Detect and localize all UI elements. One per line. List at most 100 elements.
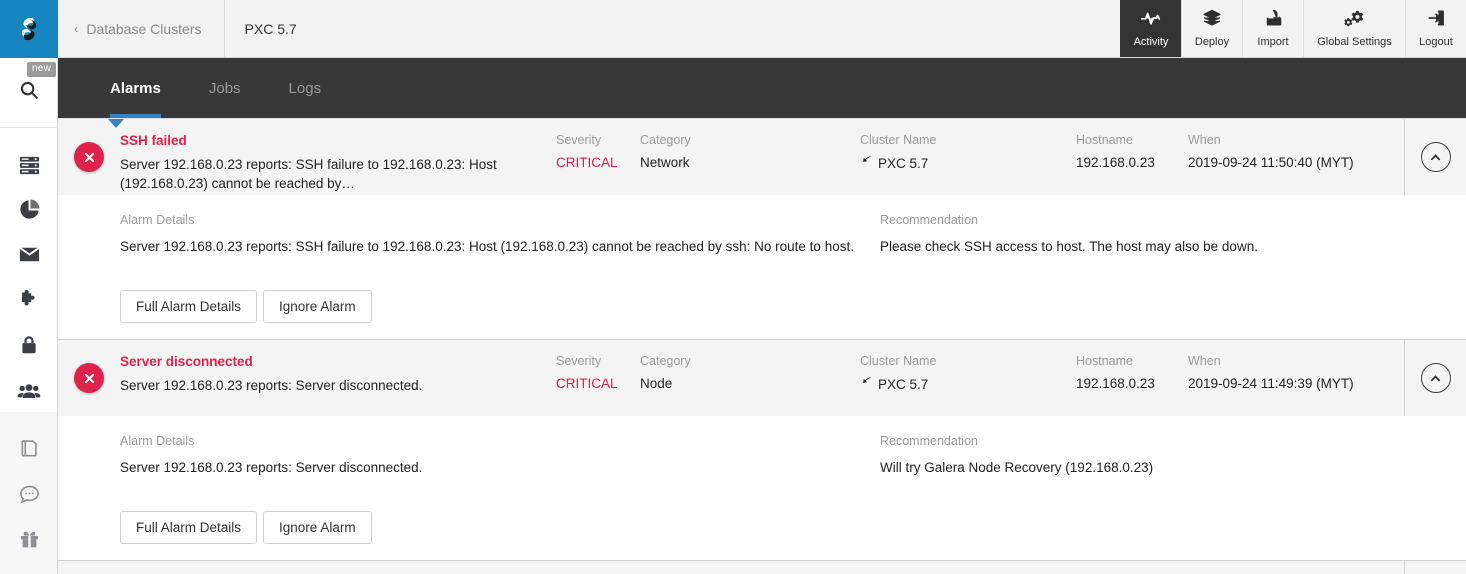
alarm-severity-value: CRITICAL <box>556 155 618 170</box>
alarm-when-value: 2019-09-24 11:50:40 (MYT) <box>1188 155 1354 170</box>
full-alarm-details-button[interactable]: Full Alarm Details <box>120 511 258 544</box>
column-header-when: When <box>1188 133 1221 147</box>
sidebar-item-dashboards[interactable] <box>0 187 58 232</box>
alarm-columns: Server disconnected Server 192.168.0.23 … <box>120 340 1404 416</box>
column-header-category: Category <box>640 133 691 147</box>
alarm-details-label: Alarm Details <box>120 434 195 448</box>
alarm-item: SSH failed Severity Category Cluster Nam… <box>58 561 1466 574</box>
column-header-hostname: Hostname <box>1076 133 1133 147</box>
recommendation-label: Recommendation <box>880 434 978 448</box>
column-header-hostname: Hostname <box>1076 354 1133 368</box>
breadcrumb-back-label: Database Clusters <box>86 20 202 37</box>
new-badge: new <box>27 62 56 77</box>
alarm-summary-row[interactable]: SSH failed Severity Category Cluster Nam… <box>58 561 1466 574</box>
alarm-category-cell: Category Network <box>640 133 860 170</box>
alarm-toggle-cell <box>1404 119 1466 195</box>
alarm-columns: SSH failed Server 192.168.0.23 reports: … <box>120 119 1404 195</box>
alarm-hostname-value: 192.168.0.23 <box>1076 155 1155 170</box>
alarm-cluster-link[interactable]: PXC 5.7 <box>860 376 1076 392</box>
alarm-list: SSH failed Server 192.168.0.23 reports: … <box>58 118 1466 574</box>
alarm-item: Server disconnected Server 192.168.0.23 … <box>58 340 1466 561</box>
alarm-severity-cell: Severity CRITICAL <box>556 354 640 391</box>
alarm-collapse-button[interactable] <box>1420 363 1451 393</box>
alarm-title-cell: Server disconnected Server 192.168.0.23 … <box>120 354 556 395</box>
alarm-cluster-cell: Cluster Name PXC 5.7 <box>860 354 1076 392</box>
tab-strip: Alarms Jobs Logs <box>58 58 1466 118</box>
app-logo[interactable] <box>0 0 58 58</box>
alarm-action-buttons: Full Alarm Details Ignore Alarm <box>120 290 856 323</box>
recommendation-text: Please check SSH access to host. The hos… <box>880 239 1258 254</box>
alarm-details-text: Server 192.168.0.23 reports: Server disc… <box>120 460 423 475</box>
import-icon <box>1262 8 1284 33</box>
critical-alarm-icon <box>74 142 104 172</box>
alarm-title: Server disconnected <box>120 354 253 369</box>
alarm-toggle-cell <box>1404 340 1466 416</box>
alarm-details-section: Alarm Details Server 192.168.0.23 report… <box>120 213 880 323</box>
sidebar-item-email-notifications[interactable] <box>0 232 58 277</box>
toolbar-deploy-button[interactable]: Deploy <box>1181 0 1242 57</box>
alarm-summary-text: Server 192.168.0.23 reports: SSH failure… <box>120 157 497 191</box>
alarm-category-cell: Category Node <box>640 354 860 391</box>
activity-icon <box>1140 8 1162 33</box>
sidebar-item-whats-new[interactable] <box>0 516 58 561</box>
top-toolbar: Activity Deploy Import Global Settings L… <box>1120 0 1466 57</box>
main-area: ‹ Database Clusters PXC 5.7 Activity Dep… <box>58 0 1466 574</box>
top-header-bar: ‹ Database Clusters PXC 5.7 Activity Dep… <box>58 0 1466 58</box>
alarm-title: SSH failed <box>120 133 187 148</box>
toolbar-activity-button[interactable]: Activity <box>1120 0 1181 57</box>
alarm-title-cell: SSH failed Server 192.168.0.23 reports: … <box>120 133 556 193</box>
column-header-cluster-name: Cluster Name <box>860 133 937 147</box>
alarm-severity-indicator <box>58 119 120 195</box>
sidebar-item-database-clusters[interactable] <box>0 142 58 187</box>
sidebar-search[interactable]: new <box>0 58 58 128</box>
alarm-collapse-button[interactable] <box>1420 142 1451 172</box>
alarm-recommendation-section: Recommendation Will try Galera Node Reco… <box>880 434 1466 544</box>
alarm-cluster-name-value: PXC 5.7 <box>878 155 929 171</box>
sidebar-item-user-management[interactable] <box>0 367 58 412</box>
toolbar-activity-label: Activity <box>1133 35 1169 48</box>
tab-jobs[interactable]: Jobs <box>185 58 265 118</box>
toolbar-logout-button[interactable]: Logout <box>1405 0 1466 57</box>
toolbar-global-settings-button[interactable]: Global Settings <box>1303 0 1405 57</box>
alarm-summary-row[interactable]: SSH failed Server 192.168.0.23 reports: … <box>58 119 1466 195</box>
full-alarm-details-button[interactable]: Full Alarm Details <box>120 290 258 323</box>
column-header-severity: Severity <box>556 354 602 368</box>
chevron-left-icon: ‹ <box>74 21 79 36</box>
external-link-arrow-icon <box>860 155 873 171</box>
sidebar-item-support-chat[interactable] <box>0 471 58 516</box>
alarm-summary-text: Server 192.168.0.23 reports: Server disc… <box>120 378 423 393</box>
toolbar-global-settings-label: Global Settings <box>1317 35 1392 48</box>
alarm-toggle-cell <box>1404 561 1466 574</box>
ignore-alarm-button[interactable]: Ignore Alarm <box>263 511 372 544</box>
sidebar-primary-nav <box>0 128 57 412</box>
alarm-expanded-details: Alarm Details Server 192.168.0.23 report… <box>58 195 1466 339</box>
tab-logs-label: Logs <box>288 79 322 97</box>
breadcrumb-current-cluster[interactable]: PXC 5.7 <box>225 0 317 57</box>
tab-jobs-label: Jobs <box>208 79 241 97</box>
tab-alarms[interactable]: Alarms <box>86 58 185 118</box>
alarm-severity-value: CRITICAL <box>556 376 618 391</box>
chevron-up-icon <box>1430 154 1441 161</box>
alarm-cluster-link[interactable]: PXC 5.7 <box>860 155 1076 171</box>
alarm-columns: SSH failed Severity Category Cluster Nam… <box>120 561 1404 574</box>
left-sidebar: new <box>0 0 58 574</box>
alarm-when-cell: When 2019-09-24 11:50:40 (MYT) <box>1188 133 1388 170</box>
chevron-up-icon <box>1430 375 1441 382</box>
ignore-alarm-button[interactable]: Ignore Alarm <box>263 290 372 323</box>
column-header-cluster-name: Cluster Name <box>860 354 937 368</box>
alarm-details-section: Alarm Details Server 192.168.0.23 report… <box>120 434 880 544</box>
toolbar-import-button[interactable]: Import <box>1242 0 1303 57</box>
search-icon[interactable] <box>18 79 40 106</box>
sidebar-item-documentation[interactable] <box>0 426 58 471</box>
sidebar-item-key-management[interactable] <box>0 322 58 367</box>
tab-active-underline <box>110 114 161 118</box>
gear-icon <box>1342 8 1368 33</box>
alarm-summary-row[interactable]: Server disconnected Server 192.168.0.23 … <box>58 340 1466 416</box>
alarm-when-cell: When 2019-09-24 11:49:39 (MYT) <box>1188 354 1388 391</box>
tab-logs[interactable]: Logs <box>265 58 346 118</box>
breadcrumb-back-database-clusters[interactable]: ‹ Database Clusters <box>58 0 225 57</box>
logout-icon <box>1425 8 1447 33</box>
sidebar-item-integrations[interactable] <box>0 277 58 322</box>
alarm-category-value: Node <box>640 376 673 391</box>
sidebar-secondary-nav <box>0 412 57 574</box>
